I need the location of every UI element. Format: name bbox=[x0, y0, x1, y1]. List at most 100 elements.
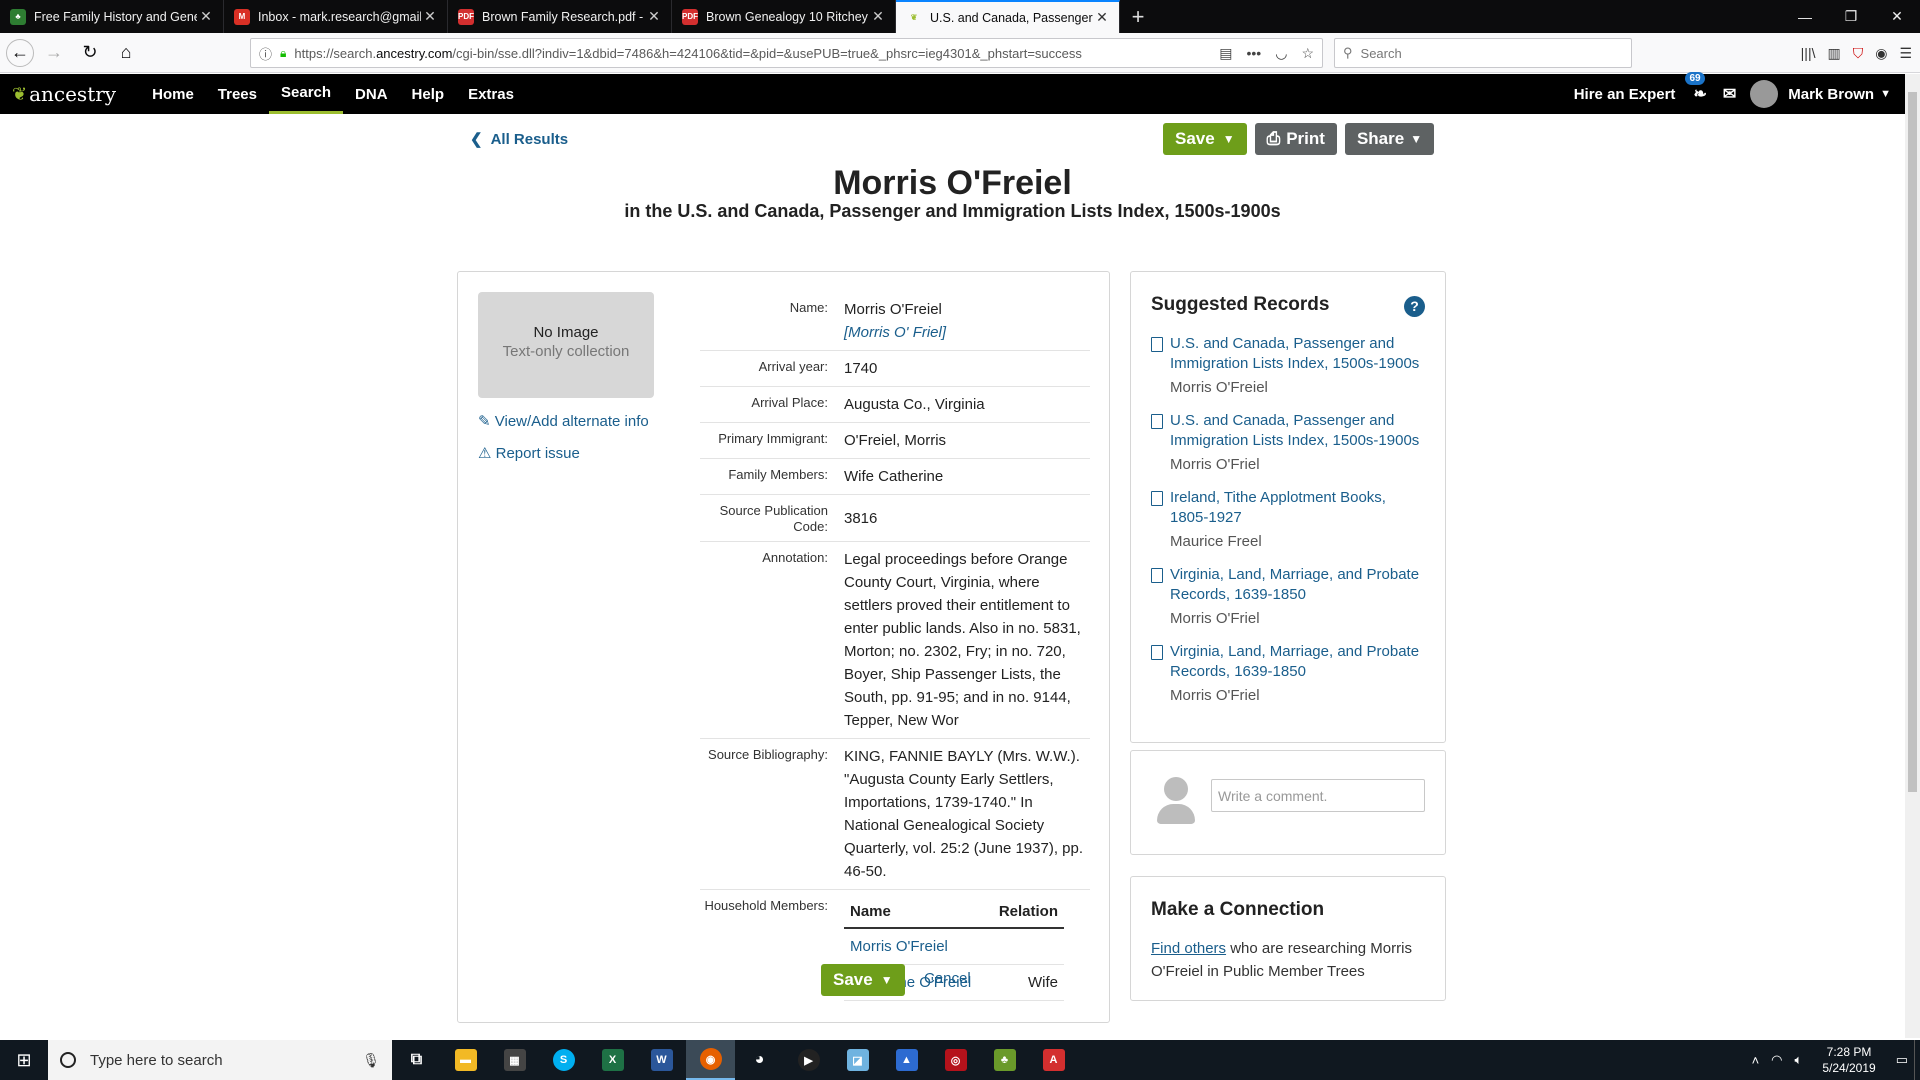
close-tab-icon[interactable]: ✕ bbox=[645, 8, 663, 25]
close-tab-icon[interactable]: ✕ bbox=[197, 8, 215, 25]
wifi-icon[interactable]: ◠ bbox=[1771, 1052, 1782, 1068]
minimize-icon[interactable]: — bbox=[1782, 0, 1828, 33]
column-header-name: Name bbox=[844, 896, 988, 929]
notifications-button[interactable]: 69 ❧ bbox=[1685, 72, 1707, 104]
game-controller-icon[interactable]: ◕ bbox=[735, 1040, 784, 1080]
report-issue-link[interactable]: ⚠ Report issue bbox=[478, 444, 580, 462]
notes-icon[interactable]: ◪ bbox=[833, 1040, 882, 1080]
recorder-app-icon[interactable]: ◎ bbox=[931, 1040, 980, 1080]
library-icon[interactable]: |||\ bbox=[1801, 45, 1816, 61]
volume-icon[interactable]: 🔈︎ bbox=[1795, 1052, 1803, 1068]
suggested-record-link[interactable]: Virginia, Land, Marriage, and Probate Re… bbox=[1170, 642, 1425, 682]
clock-time: 7:28 PM bbox=[1826, 1045, 1872, 1059]
nav-home[interactable]: Home bbox=[140, 74, 206, 114]
alternate-name-link[interactable]: [Morris O' Friel] bbox=[844, 321, 1090, 344]
ancestry-favicon-icon: ❦ bbox=[910, 13, 918, 22]
firefox-icon[interactable]: ◉ bbox=[686, 1040, 735, 1080]
close-tab-icon[interactable]: ✕ bbox=[421, 8, 439, 25]
suggested-records-heading: Suggested Records bbox=[1151, 294, 1330, 315]
notification-center-icon[interactable]: ▭ bbox=[1896, 1052, 1908, 1068]
url-bar[interactable]: ⓘ 🔒︎ https://search.ancestry.com/cgi-bin… bbox=[250, 38, 1323, 68]
mail-icon[interactable]: ✉ bbox=[1723, 84, 1736, 104]
suggested-record-link[interactable]: Virginia, Land, Marriage, and Probate Re… bbox=[1170, 565, 1425, 605]
forward-arrow-icon[interactable]: → bbox=[38, 37, 70, 69]
chevron-up-icon[interactable]: ˄ bbox=[1752, 1053, 1760, 1068]
household-relation: Wife bbox=[987, 964, 1064, 1001]
nav-extras[interactable]: Extras bbox=[456, 74, 526, 114]
hire-expert-link[interactable]: Hire an Expert bbox=[1574, 86, 1676, 103]
task-view-icon[interactable]: ⧉ bbox=[392, 1040, 441, 1080]
nav-help[interactable]: Help bbox=[400, 74, 457, 114]
user-name[interactable]: Mark Brown bbox=[1788, 86, 1874, 103]
cancel-link[interactable]: Cancel bbox=[924, 970, 971, 987]
pocket-icon[interactable]: ◡ bbox=[1275, 45, 1287, 62]
windows-start-icon[interactable]: ⊞ bbox=[0, 1040, 48, 1080]
suggested-records-card: Suggested Records ? U.S. and Canada, Pas… bbox=[1130, 271, 1446, 743]
comment-input[interactable]: Write a comment. bbox=[1211, 779, 1425, 812]
account-icon[interactable]: ◉ bbox=[1875, 45, 1887, 62]
url-text[interactable]: https://search.ancestry.com/cgi-bin/sse.… bbox=[294, 46, 1219, 61]
page-subtitle: in the U.S. and Canada, Passenger and Im… bbox=[624, 201, 1281, 221]
bookmark-star-icon[interactable]: ☆ bbox=[1301, 45, 1314, 62]
reload-icon[interactable]: ↻ bbox=[74, 37, 106, 69]
sidebar-icon[interactable]: ▥ bbox=[1827, 45, 1840, 62]
restore-icon[interactable]: ❐ bbox=[1828, 0, 1874, 33]
close-tab-icon[interactable]: ✕ bbox=[869, 8, 887, 25]
suggested-record-link[interactable]: U.S. and Canada, Passenger and Immigrati… bbox=[1170, 334, 1425, 374]
save-button-bottom[interactable]: Save ▼ bbox=[821, 964, 905, 996]
word-icon[interactable]: W bbox=[637, 1040, 686, 1080]
avatar[interactable] bbox=[1750, 80, 1779, 108]
chevron-down-icon[interactable]: ▼ bbox=[1880, 88, 1891, 100]
suggested-record-link[interactable]: Ireland, Tithe Applotment Books, 1805-19… bbox=[1170, 488, 1425, 528]
all-results-link[interactable]: ❮ All Results bbox=[470, 130, 568, 148]
close-window-icon[interactable]: ✕ bbox=[1874, 0, 1920, 33]
new-tab-button[interactable]: + bbox=[1120, 0, 1156, 33]
view-add-alternate-link[interactable]: ✎ View/Add alternate info bbox=[478, 412, 649, 430]
field-label: Primary Immigrant: bbox=[718, 431, 828, 446]
microphone-icon[interactable]: 🎙︎ bbox=[362, 1052, 380, 1069]
save-button[interactable]: Save ▼ bbox=[1163, 123, 1247, 155]
file-explorer-icon[interactable]: ▬ bbox=[441, 1040, 490, 1080]
browser-search-field[interactable]: ⚲ Search bbox=[1334, 38, 1632, 68]
household-relation bbox=[987, 928, 1064, 965]
family-tree-maker-icon[interactable]: ♣ bbox=[980, 1040, 1029, 1080]
browser-tab[interactable]: PDF Brown Family Research.pdf - G ✕ bbox=[448, 0, 672, 33]
clock-date: 5/24/2019 bbox=[1822, 1061, 1876, 1075]
reader-view-icon[interactable]: ▤ bbox=[1219, 45, 1232, 62]
media-player-icon[interactable]: ▶ bbox=[784, 1040, 833, 1080]
nav-search[interactable]: Search bbox=[269, 74, 344, 114]
browser-tab-active[interactable]: ❦ U.S. and Canada, Passenger an ✕ bbox=[896, 0, 1120, 33]
field-value: O'Freiel, Morris bbox=[844, 432, 947, 449]
upload-app-icon[interactable]: ▲ bbox=[882, 1040, 931, 1080]
close-tab-icon[interactable]: ✕ bbox=[1093, 9, 1111, 26]
help-icon[interactable]: ? bbox=[1404, 296, 1425, 317]
report-issue-label: Report issue bbox=[495, 445, 580, 462]
site-info-icon[interactable]: ⓘ bbox=[259, 44, 272, 63]
scrollbar-thumb[interactable] bbox=[1908, 92, 1917, 792]
acrobat-icon[interactable]: A bbox=[1029, 1040, 1078, 1080]
calculator-icon[interactable]: ▦ bbox=[490, 1040, 539, 1080]
skype-icon[interactable]: S bbox=[539, 1040, 588, 1080]
clock[interactable]: 7:28 PM 5/24/2019 bbox=[1822, 1044, 1875, 1076]
page-scrollbar[interactable] bbox=[1905, 74, 1920, 1038]
ublock-icon[interactable]: ⛉ bbox=[1853, 45, 1864, 62]
excel-icon[interactable]: X bbox=[588, 1040, 637, 1080]
back-arrow-icon[interactable]: ← bbox=[6, 38, 34, 67]
ancestry-logo[interactable]: ❦ ancestry bbox=[12, 82, 116, 106]
browser-tab[interactable]: PDF Brown Genealogy 10 Ritchey O ✕ bbox=[672, 0, 896, 33]
suggested-record-link[interactable]: U.S. and Canada, Passenger and Immigrati… bbox=[1170, 411, 1425, 451]
menu-icon[interactable]: ☰ bbox=[1899, 45, 1912, 62]
find-others-link[interactable]: Find others bbox=[1151, 940, 1226, 957]
share-button[interactable]: Share ▼ bbox=[1344, 123, 1435, 155]
print-button[interactable]: ⎙ Print bbox=[1254, 123, 1337, 155]
browser-tab[interactable]: ♣ Free Family History and Geneal ✕ bbox=[0, 0, 224, 33]
page-actions-icon[interactable]: ••• bbox=[1247, 45, 1262, 62]
household-member-link[interactable]: Morris O'Freiel bbox=[844, 928, 988, 965]
show-desktop-button[interactable] bbox=[1914, 1040, 1920, 1080]
home-icon[interactable]: ⌂ bbox=[110, 37, 142, 69]
browser-tab[interactable]: M Inbox - mark.research@gmail.c ✕ bbox=[224, 0, 448, 33]
nav-trees[interactable]: Trees bbox=[206, 74, 269, 114]
nav-dna[interactable]: DNA bbox=[343, 74, 400, 114]
taskbar-search-field[interactable]: Type here to search 🎙︎ bbox=[48, 1040, 392, 1080]
browser-tab-strip: ♣ Free Family History and Geneal ✕ M Inb… bbox=[0, 0, 1920, 33]
